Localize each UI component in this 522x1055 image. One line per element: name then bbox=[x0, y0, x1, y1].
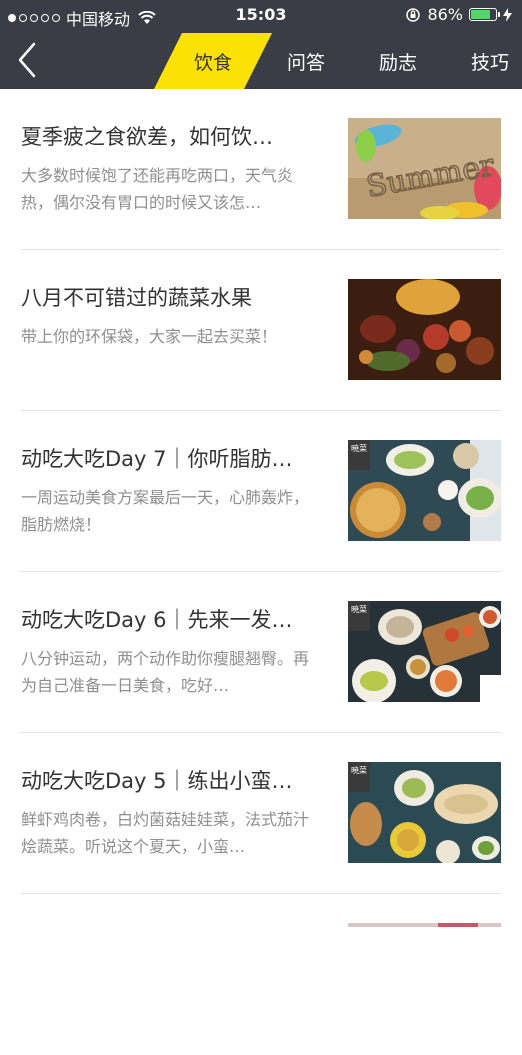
article-summary: 八分钟运动，两个动作助你瘦腿翘臀。再为自己准备一日美食，吃好… bbox=[21, 649, 310, 695]
tab-diet[interactable]: 饮食 bbox=[194, 48, 232, 75]
article-title: 八月不可错过的蔬菜水果 bbox=[21, 286, 252, 310]
article-summary: 大多数时候饱了还能再吃两口，天气炎热，偶尔没有胃口的时候又该怎… bbox=[21, 166, 294, 212]
article-item[interactable]: 夏季疲之食欲差，如何饮… 大多数时候饱了还能再吃两口，天气炎热，偶尔没有胃口的时… bbox=[0, 89, 522, 250]
article-item[interactable]: 动吃大吃Day 6｜先来一发… 八分钟运动，两个动作助你瘦腿翘臀。再为自己准备一… bbox=[0, 572, 522, 733]
article-summary: 鲜虾鸡肉卷，白灼菌菇娃娃菜，法式茄汁烩蔬菜。听说这个夏天，小蛮… bbox=[21, 810, 310, 856]
article-thumbnail bbox=[348, 279, 501, 380]
battery-percent: 86% bbox=[427, 5, 463, 24]
thumb-caption: 暁菜 bbox=[351, 765, 367, 775]
charging-bolt-icon bbox=[503, 7, 512, 22]
tab-tips[interactable]: 技巧 bbox=[471, 48, 509, 75]
battery-icon bbox=[469, 8, 500, 21]
article-list: 夏季疲之食欲差，如何饮… 大多数时候饱了还能再吃两口，天气炎热，偶尔没有胃口的时… bbox=[0, 89, 522, 1055]
article-title: 夏季疲之食欲差，如何饮… bbox=[21, 125, 273, 149]
article-summary: 一周运动美食方案最后一天，心肺轰炸，脂肪燃烧！ bbox=[21, 488, 310, 534]
article-thumbnail: 暁菜 bbox=[348, 601, 501, 702]
article-item[interactable]: 动吃大吃Day 5｜练出小蛮… 鲜虾鸡肉卷，白灼菌菇娃娃菜，法式茄汁烩蔬菜。听说… bbox=[0, 733, 522, 894]
chevron-left-icon bbox=[18, 42, 36, 78]
article-title: 动吃大吃Day 6｜先来一发… bbox=[21, 608, 293, 632]
article-thumbnail bbox=[348, 923, 501, 927]
rotation-lock-icon bbox=[406, 7, 421, 22]
thumb-caption: 暁菜 bbox=[351, 443, 367, 453]
top-bar: 中国移动 15:03 86% 饮食 问答 励志 技巧 bbox=[0, 0, 522, 89]
article-summary: 带上你的环保袋，大家一起去买菜！ bbox=[21, 327, 278, 346]
article-item[interactable]: 八月不可错过的蔬菜水果 带上你的环保袋，大家一起去买菜！ bbox=[0, 250, 522, 411]
article-item-partial[interactable] bbox=[0, 894, 522, 1055]
article-title: 动吃大吃Day 5｜练出小蛮… bbox=[21, 769, 293, 793]
article-thumbnail: Summer bbox=[348, 118, 501, 219]
tab-qa[interactable]: 问答 bbox=[287, 48, 325, 75]
article-item[interactable]: 动吃大吃Day 7｜你听脂肪… 一周运动美食方案最后一天，心肺轰炸，脂肪燃烧！ … bbox=[0, 411, 522, 572]
tab-motivation[interactable]: 励志 bbox=[379, 48, 417, 75]
back-button[interactable] bbox=[14, 40, 44, 80]
article-thumbnail: 暁菜 bbox=[348, 762, 501, 863]
article-title: 动吃大吃Day 7｜你听脂肪… bbox=[21, 447, 293, 471]
thumb-caption: 暁菜 bbox=[351, 604, 367, 614]
article-thumbnail: 暁菜 bbox=[348, 440, 501, 541]
status-bar: 中国移动 15:03 86% bbox=[0, 0, 522, 30]
